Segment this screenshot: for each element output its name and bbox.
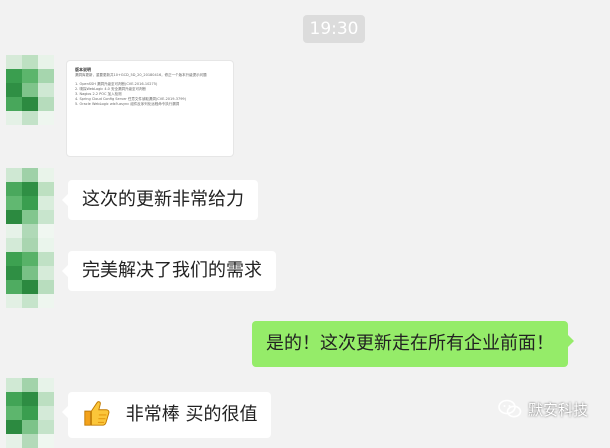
message-text: 完美解决了我们的需求 bbox=[82, 260, 262, 281]
thumbs-up-icon bbox=[84, 401, 110, 426]
chat-bubble[interactable]: 非常棒 买的很值 bbox=[61, 392, 272, 438]
watermark-text: 默安科技 bbox=[528, 400, 589, 419]
document-message[interactable]: 版本说明 漏洞库更新，重要更新共10+GCD_5D_20_20180416，修正… bbox=[66, 60, 234, 157]
time-stamp: 19:30 bbox=[303, 15, 365, 43]
chat-bubble[interactable]: 这次的更新非常给力 bbox=[62, 180, 258, 220]
document-line: 漏洞库更新，重要更新共10+GCD_5D_20_20180416，修正一个版本升… bbox=[75, 73, 207, 77]
message-text: 是的！这次更新走在所有企业前面！ bbox=[266, 333, 554, 354]
document-line: 5. Oracle WebLogic wls9-async 组件反序列化远程命令… bbox=[75, 102, 180, 106]
message-text: 这次的更新非常给力 bbox=[82, 189, 244, 210]
watermark: 默安科技 bbox=[498, 396, 588, 422]
avatar[interactable] bbox=[6, 55, 54, 125]
avatar[interactable] bbox=[6, 168, 54, 238]
chat-bubble[interactable]: 完美解决了我们的需求 bbox=[62, 251, 276, 291]
message-text: 非常棒 买的很值 bbox=[125, 404, 258, 425]
chat-bubble-own[interactable]: 是的！这次更新走在所有企业前面！ bbox=[252, 321, 574, 367]
avatar[interactable] bbox=[6, 378, 54, 448]
avatar[interactable] bbox=[6, 238, 54, 308]
wechat-icon bbox=[498, 399, 522, 418]
